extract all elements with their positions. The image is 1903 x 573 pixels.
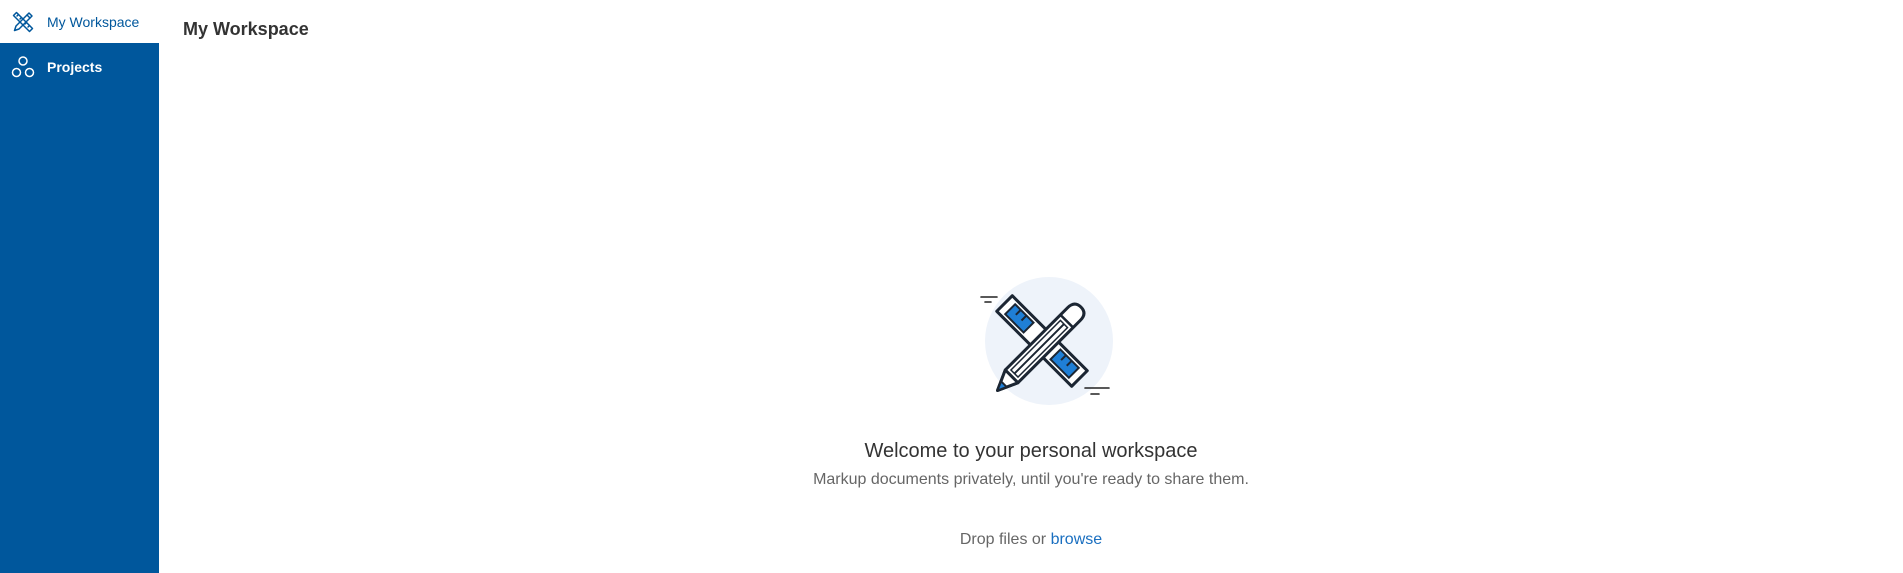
pencil-ruler-icon (12, 11, 34, 32)
sidebar: My Workspace Projects (0, 0, 159, 573)
welcome-subtitle: Markup documents privately, until you're… (813, 471, 1249, 488)
drop-zone[interactable]: Drop files or browse (159, 531, 1903, 549)
welcome-title: Welcome to your personal workspace (864, 440, 1198, 462)
browse-link[interactable]: browse (1051, 531, 1103, 548)
sidebar-item-label: Projects (47, 59, 103, 75)
sidebar-item-my-workspace[interactable]: My Workspace (0, 0, 159, 43)
projects-circles-icon (11, 56, 35, 78)
sidebar-item-label: My Workspace (47, 13, 140, 30)
pencil-ruler-illustration (980, 277, 1113, 405)
empty-state: Welcome to your personal workspace Marku… (159, 0, 1903, 573)
sidebar-item-projects[interactable]: Projects (0, 43, 159, 91)
app: My Workspace Projects My Workspace Welco… (0, 0, 1903, 573)
drop-files-text: Drop files or (959, 531, 1051, 548)
